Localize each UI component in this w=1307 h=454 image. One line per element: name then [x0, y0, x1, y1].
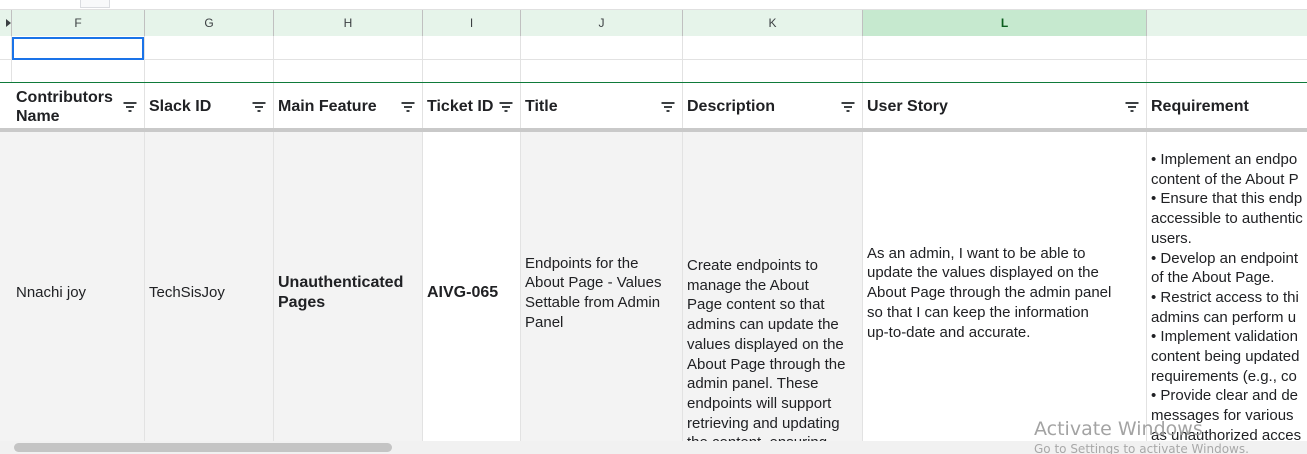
cell[interactable]	[521, 36, 683, 59]
column-header-i[interactable]: I	[423, 10, 521, 36]
spreadsheet-grid: F G H I J K L Contributors Name Slack ID…	[0, 0, 1307, 454]
cell[interactable]	[423, 36, 521, 59]
requirement-line: • Provide clear and de	[1151, 387, 1299, 405]
row-stub	[0, 60, 12, 82]
cell-ticket-id[interactable]: AIVG-065	[423, 132, 521, 454]
cell[interactable]	[521, 60, 683, 82]
activation-watermark-subtitle: Go to Settings to activate Windows.	[1034, 442, 1249, 454]
column-header-bar: F G H I J K L	[0, 10, 1307, 36]
header-slack-id[interactable]: Slack ID	[145, 83, 274, 130]
requirement-line: • Implement validation	[1151, 328, 1298, 346]
requirement-line: of the About Page.	[1151, 269, 1275, 287]
header-label: Requirement	[1151, 98, 1249, 115]
cell-text: AIVG-065	[427, 284, 499, 302]
requirement-line: • Develop an endpoint	[1151, 249, 1299, 267]
empty-row	[0, 60, 1307, 82]
column-header-f[interactable]: F	[12, 10, 145, 36]
requirement-line: content of the About P	[1151, 170, 1299, 188]
header-user-story[interactable]: User Story	[863, 83, 1147, 130]
cell[interactable]	[683, 36, 863, 59]
requirement-line: users.	[1151, 229, 1192, 247]
filter-icon[interactable]	[661, 102, 674, 112]
cell[interactable]	[423, 60, 521, 82]
table-header-row: Contributors Name Slack ID Main Feature …	[0, 82, 1307, 130]
toolbar-fragment	[80, 0, 110, 8]
filter-icon[interactable]	[1125, 102, 1138, 112]
requirement-line: admins can perform u	[1151, 308, 1297, 326]
header-ticket-id[interactable]: Ticket ID	[423, 83, 521, 130]
column-header-h[interactable]: H	[274, 10, 423, 36]
header-contributors-name[interactable]: Contributors Name	[12, 83, 145, 130]
cell[interactable]	[145, 60, 274, 82]
header-description[interactable]: Description	[683, 83, 863, 130]
scrollbar-thumb[interactable]	[14, 443, 392, 452]
cell-title[interactable]: Endpoints for the About Page - Values Se…	[521, 132, 683, 454]
header-label: Title	[525, 98, 558, 115]
header-main-feature[interactable]: Main Feature	[274, 83, 423, 130]
requirement-line: • Ensure that this endp	[1151, 190, 1303, 208]
column-header-l[interactable]: L	[863, 10, 1147, 36]
cell[interactable]	[145, 36, 274, 59]
cell-user-story[interactable]: As an admin, I want to be able to update…	[863, 132, 1147, 454]
table-row: Nnachi joy TechSisJoy Unauthenticated Pa…	[0, 132, 1307, 454]
cell-text: Nnachi joy	[16, 284, 87, 302]
column-header-j[interactable]: J	[521, 10, 683, 36]
cell[interactable]	[683, 60, 863, 82]
cell[interactable]	[863, 36, 1147, 59]
requirement-line: accessible to authentic	[1151, 210, 1303, 228]
select-all-corner[interactable]	[0, 10, 12, 36]
column-header-k[interactable]: K	[683, 10, 863, 36]
header-label: User Story	[867, 98, 948, 115]
filter-icon[interactable]	[499, 102, 512, 112]
cell-contributors-name[interactable]: Nnachi joy	[12, 132, 145, 454]
cell-text: Unauthenticated Pages	[278, 274, 404, 311]
header-label: Description	[687, 98, 776, 115]
filter-icon[interactable]	[123, 102, 136, 112]
cell[interactable]	[274, 60, 423, 82]
cell[interactable]	[863, 60, 1147, 82]
filter-icon[interactable]	[252, 102, 265, 112]
expand-arrow-icon	[6, 19, 11, 27]
header-label: Contributors Name	[16, 88, 113, 125]
cell-description[interactable]: Create endpoints to manage the About Pag…	[683, 132, 863, 454]
cell-text: As an admin, I want to be able to update…	[867, 244, 1112, 341]
cell[interactable]	[12, 60, 145, 82]
active-cell-selection[interactable]	[12, 37, 144, 60]
requirement-line: content being updated	[1151, 348, 1300, 366]
toolbar-edge	[0, 0, 1307, 10]
empty-row	[0, 36, 1307, 60]
requirement-line: • Implement an endpo	[1151, 151, 1298, 168]
requirement-line: • Restrict access to thi	[1151, 288, 1299, 306]
filter-icon[interactable]	[401, 102, 414, 112]
filter-icon[interactable]	[841, 102, 854, 112]
header-label: Ticket ID	[427, 98, 494, 115]
cell-main-feature[interactable]: Unauthenticated Pages	[274, 132, 423, 454]
cell-requirement[interactable]: • Implement an endpo content of the About…	[1147, 132, 1307, 454]
column-header-m[interactable]	[1147, 10, 1307, 36]
header-label: Main Feature	[278, 98, 377, 115]
cell-text: Create endpoints to manage the About Pag…	[687, 257, 846, 451]
cell-text: TechSisJoy	[149, 284, 225, 302]
header-title[interactable]: Title	[521, 83, 683, 130]
cell[interactable]	[274, 36, 423, 59]
header-requirement[interactable]: Requirement	[1147, 83, 1307, 130]
cell-text: Endpoints for the About Page - Values Se…	[525, 254, 662, 331]
activation-watermark-title: Activate Windows	[1034, 418, 1203, 440]
cell-slack-id[interactable]: TechSisJoy	[145, 132, 274, 454]
header-label: Slack ID	[149, 98, 212, 115]
requirement-line: requirements (e.g., co	[1151, 367, 1297, 385]
column-header-g[interactable]: G	[145, 10, 274, 36]
row-stub	[0, 36, 12, 59]
